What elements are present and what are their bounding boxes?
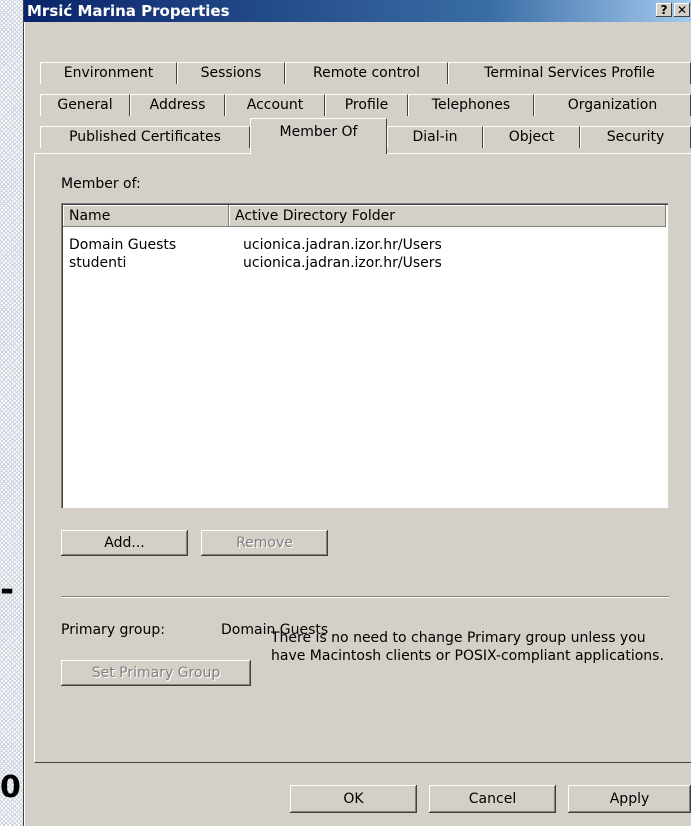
background-number: 0	[0, 770, 21, 805]
tab-address[interactable]: Address	[130, 94, 225, 116]
row-folder: ucionica.jadran.izor.hr/Users	[243, 237, 442, 253]
member-of-label: Member of:	[61, 176, 141, 192]
apply-button[interactable]: Apply	[568, 785, 691, 813]
properties-dialog: Mrsić Marina Properties ? ✕ Environment …	[24, 0, 691, 826]
row-name: Domain Guests	[69, 237, 177, 253]
background-dash: -	[0, 570, 15, 610]
add-button[interactable]: Add...	[61, 530, 188, 556]
tab-object[interactable]: Object	[483, 126, 580, 148]
tab-remote-control[interactable]: Remote control	[285, 62, 448, 84]
primary-group-label: Primary group:	[61, 622, 165, 638]
row-folder: ucionica.jadran.izor.hr/Users	[243, 255, 442, 271]
primary-group-info: There is no need to change Primary group…	[271, 630, 664, 664]
tab-general[interactable]: General	[40, 94, 130, 116]
tab-dial-in[interactable]: Dial-in	[387, 126, 483, 148]
separator	[61, 596, 669, 598]
tab-security[interactable]: Security	[580, 126, 691, 148]
title-bar[interactable]: Mrsić Marina Properties ? ✕	[24, 0, 691, 22]
tab-member-of[interactable]: Member Of	[250, 118, 387, 154]
tab-account[interactable]: Account	[225, 94, 325, 116]
help-button[interactable]: ?	[656, 3, 672, 17]
column-header-folder[interactable]: Active Directory Folder	[229, 205, 666, 227]
tab-telephones[interactable]: Telephones	[408, 94, 534, 116]
tab-organization[interactable]: Organization	[534, 94, 691, 116]
member-of-list[interactable]: Name Active Directory Folder Domain Gues…	[61, 203, 668, 508]
remove-button[interactable]: Remove	[201, 530, 328, 556]
tab-environment[interactable]: Environment	[40, 62, 177, 84]
row-name: studenti	[69, 255, 127, 271]
tab-profile[interactable]: Profile	[325, 94, 408, 116]
window-title: Mrsić Marina Properties	[27, 2, 230, 20]
tab-published-certificates[interactable]: Published Certificates	[40, 126, 250, 148]
ok-button[interactable]: OK	[290, 785, 417, 813]
cancel-button[interactable]: Cancel	[429, 785, 556, 813]
set-primary-group-button[interactable]: Set Primary Group	[61, 660, 251, 686]
tab-sessions[interactable]: Sessions	[177, 62, 285, 84]
column-header-name[interactable]: Name	[63, 205, 229, 227]
tab-terminal-services-profile[interactable]: Terminal Services Profile	[448, 62, 691, 84]
close-button[interactable]: ✕	[674, 3, 690, 17]
